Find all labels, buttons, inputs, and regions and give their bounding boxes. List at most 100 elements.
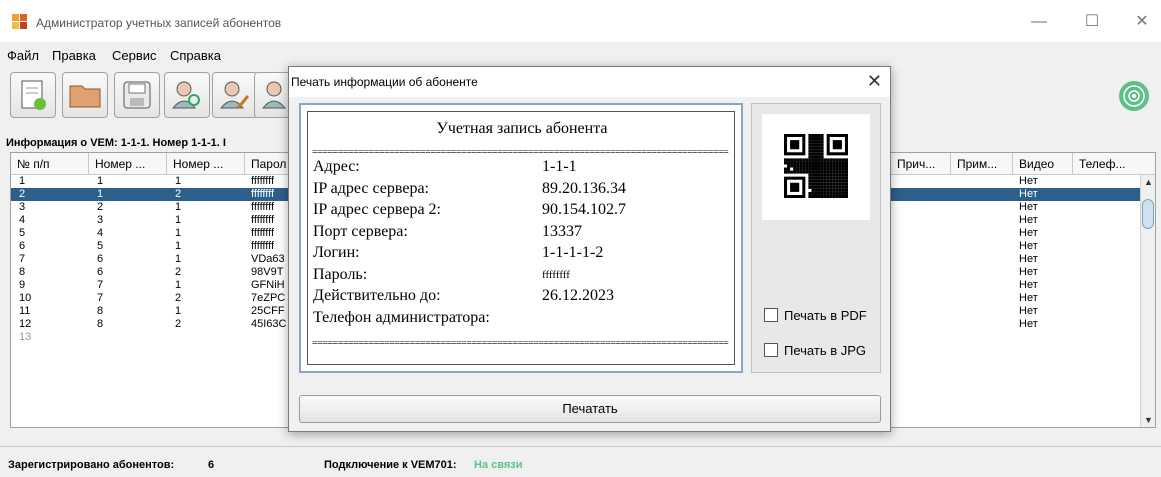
- column-header[interactable]: Телеф...: [1073, 153, 1155, 175]
- table-cell: 1: [175, 305, 182, 317]
- window-titlebar: Администратор учетных записей абонентов …: [0, 0, 1161, 42]
- vem-info-label: Информация о VEM: 1-1-1. Номер 1-1-1. I: [6, 137, 226, 149]
- print-jpg-label: Печать в JPG: [784, 343, 866, 358]
- registered-label: Зарегистрировано абонентов:: [8, 459, 175, 471]
- table-cell: 2: [19, 188, 26, 200]
- table-cell: 4: [19, 214, 26, 226]
- column-header[interactable]: Номер ...: [89, 153, 167, 175]
- table-cell: 2: [175, 266, 182, 278]
- checkbox-box[interactable]: [764, 308, 778, 322]
- edit-user-button[interactable]: [212, 72, 258, 118]
- table-cell: 4: [97, 227, 104, 239]
- table-cell: 2: [175, 292, 182, 304]
- table-cell: ffffffff: [251, 227, 275, 239]
- table-cell: Нет: [1019, 305, 1038, 317]
- close-icon[interactable]: ✕: [867, 71, 882, 92]
- menu-service[interactable]: Сервис: [112, 48, 157, 63]
- ticket-heading: Учетная запись абонента: [436, 120, 608, 137]
- field-label: Адрес:: [313, 158, 360, 175]
- qr-code-area: [762, 114, 870, 220]
- field-value: 26.12.2023: [542, 287, 614, 304]
- table-cell: 1: [97, 175, 104, 187]
- table-cell: 3: [19, 201, 26, 213]
- table-cell: 9: [19, 279, 26, 291]
- column-header[interactable]: Видео: [1013, 153, 1073, 175]
- table-cell: 1: [175, 279, 182, 291]
- separator-line: ========================================…: [312, 339, 729, 348]
- field-value: 89.20.136.34: [542, 179, 626, 197]
- qr-code-icon: [784, 134, 848, 198]
- open-button[interactable]: [62, 72, 108, 118]
- separator-line: ========================================…: [312, 148, 729, 157]
- table-cell: Нет: [1019, 279, 1038, 291]
- window-title: Администратор учетных записей абонентов: [36, 16, 282, 30]
- registered-count: 6: [208, 459, 215, 471]
- print-jpg-checkbox[interactable]: Печать в JPG: [764, 343, 866, 358]
- table-cell: 98V9T: [251, 266, 284, 278]
- table-cell: Нет: [1019, 201, 1038, 213]
- find-user-button[interactable]: [164, 72, 210, 118]
- table-cell: 6: [19, 240, 26, 252]
- search-user-icon: [171, 81, 200, 109]
- field-label: Действительно до:: [313, 287, 441, 304]
- table-cell: 7: [97, 292, 104, 304]
- dialog-title: Печать информации об абоненте: [291, 75, 478, 89]
- scroll-thumb[interactable]: [1142, 199, 1154, 229]
- table-cell: 45I63C: [251, 318, 287, 330]
- table-cell: 1: [19, 175, 26, 187]
- table-cell: 12: [19, 318, 32, 330]
- table-cell: 13: [19, 331, 32, 343]
- menu-help[interactable]: Справка: [170, 48, 221, 63]
- new-button[interactable]: [10, 72, 56, 118]
- save-icon: [123, 81, 151, 109]
- table-cell: ffffffff: [251, 214, 275, 226]
- print-pdf-checkbox[interactable]: Печать в PDF: [764, 308, 867, 323]
- save-button[interactable]: [114, 72, 160, 118]
- table-cell: ffffffff: [251, 175, 275, 187]
- field-value: 90.154.102.7: [542, 201, 626, 218]
- print-button[interactable]: Печатать: [299, 395, 881, 423]
- minimize-icon[interactable]: —: [1024, 10, 1054, 34]
- field-label: Логин:: [313, 244, 360, 261]
- table-cell: Нет: [1019, 227, 1038, 239]
- column-header[interactable]: Номер ...: [167, 153, 245, 175]
- table-cell: 2: [175, 188, 182, 200]
- new-document-icon: [21, 80, 46, 110]
- field-label: Телефон администратора:: [313, 308, 490, 326]
- table-cell: 7eZPC: [251, 292, 286, 304]
- signal-icon: [1119, 81, 1149, 111]
- field-label: IP адрес сервера 2:: [313, 201, 441, 218]
- column-header[interactable]: Прим...: [951, 153, 1013, 175]
- field-label: Пароль:: [313, 265, 368, 283]
- field-label: Порт сервера:: [313, 222, 408, 240]
- field-value: 13337: [542, 222, 582, 240]
- table-cell: Нет: [1019, 188, 1038, 200]
- connection-label: Подключение к VEM701:: [324, 459, 457, 471]
- close-icon[interactable]: ✕: [1127, 10, 1157, 34]
- table-cell: 10: [19, 292, 32, 304]
- table-cell: 8: [97, 318, 104, 330]
- column-header[interactable]: № п/п: [11, 153, 89, 175]
- vertical-scrollbar[interactable]: ▲ ▼: [1140, 175, 1155, 427]
- print-dialog: Печать информации об абоненте ✕ Учетная …: [288, 66, 891, 432]
- checkbox-box[interactable]: [764, 343, 778, 357]
- field-value: 1-1-1-1-2: [542, 244, 604, 261]
- table-cell: 6: [97, 266, 104, 278]
- menu-edit[interactable]: Правка: [52, 48, 96, 63]
- table-cell: Нет: [1019, 253, 1038, 265]
- table-cell: 3: [97, 214, 104, 226]
- table-cell: 11: [19, 305, 31, 317]
- maximize-icon[interactable]: ☐: [1077, 10, 1107, 34]
- table-cell: 2: [97, 201, 104, 213]
- edit-user-icon: [219, 81, 250, 109]
- table-cell: 2: [175, 318, 182, 330]
- table-cell: 5: [19, 227, 26, 239]
- table-cell: Нет: [1019, 318, 1038, 330]
- folder-icon: [69, 85, 101, 108]
- menu-file[interactable]: Файл: [7, 48, 39, 63]
- table-cell: Нет: [1019, 266, 1038, 278]
- column-header[interactable]: Прич...: [891, 153, 951, 175]
- field-value: ffffffff: [542, 268, 570, 281]
- dialog-titlebar: Печать информации об абоненте ✕: [289, 67, 890, 97]
- table-cell: Нет: [1019, 292, 1038, 304]
